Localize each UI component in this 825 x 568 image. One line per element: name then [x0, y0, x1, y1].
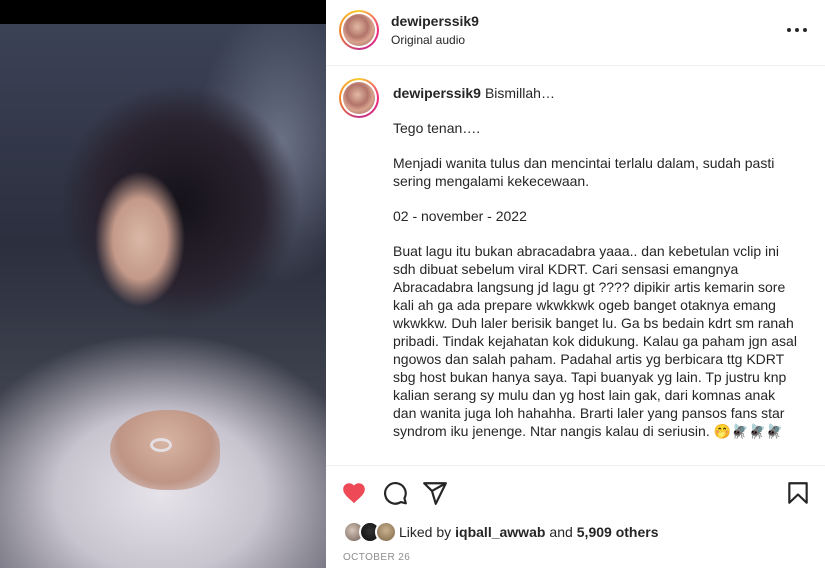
more-options-icon[interactable]	[787, 20, 807, 40]
liker-username[interactable]: iqball_awwab	[455, 524, 545, 540]
author-username[interactable]: dewiperssik9	[391, 13, 479, 29]
likes-count[interactable]: 5,909 others	[577, 524, 659, 540]
caption-section: dewiperssik9 Bismillah… Tego tenan…. Menj…	[326, 67, 825, 465]
audio-label[interactable]: Original audio	[391, 33, 465, 47]
caption-username[interactable]: dewiperssik9	[393, 85, 481, 101]
post-details-panel: dewiperssik9 Original audio dewiperssik9…	[326, 0, 825, 568]
likes-summary: Liked by iqball_awwab and 5,909 others	[343, 520, 658, 544]
post-date[interactable]: OCTOBER 26	[343, 552, 410, 563]
caption-avatar[interactable]	[339, 78, 379, 118]
liker-avatar	[375, 521, 397, 543]
send-icon[interactable]	[422, 480, 448, 506]
likes-conjunction: and	[549, 524, 573, 540]
post-media[interactable]	[0, 0, 326, 568]
heart-filled-icon[interactable]	[341, 480, 367, 506]
caption-emoji: 🤭🪰🪰🪰	[713, 424, 784, 440]
post-header: dewiperssik9 Original audio	[326, 0, 825, 66]
comment-icon[interactable]	[382, 480, 408, 506]
video-ring-detail	[150, 438, 172, 452]
caption-paragraph-2: Menjadi wanita tulus dan mencintai terla…	[393, 155, 779, 189]
caption-text: dewiperssik9 Bismillah… Tego tenan…. Menj…	[393, 84, 799, 458]
media-top-bar	[0, 0, 326, 24]
caption-paragraph-3: 02 - november - 2022	[393, 208, 527, 224]
caption-paragraph-4: Buat lagu itu bukan abracadabra yaaa.. d…	[393, 243, 801, 439]
liked-by-label: Liked by	[399, 524, 452, 540]
bookmark-icon[interactable]	[785, 480, 811, 506]
action-bar	[326, 465, 825, 519]
author-avatar[interactable]	[339, 10, 379, 50]
caption-paragraph-1: Tego tenan….	[393, 120, 481, 136]
liker-avatars[interactable]	[343, 521, 397, 543]
caption-first-line: Bismillah…	[484, 85, 555, 101]
